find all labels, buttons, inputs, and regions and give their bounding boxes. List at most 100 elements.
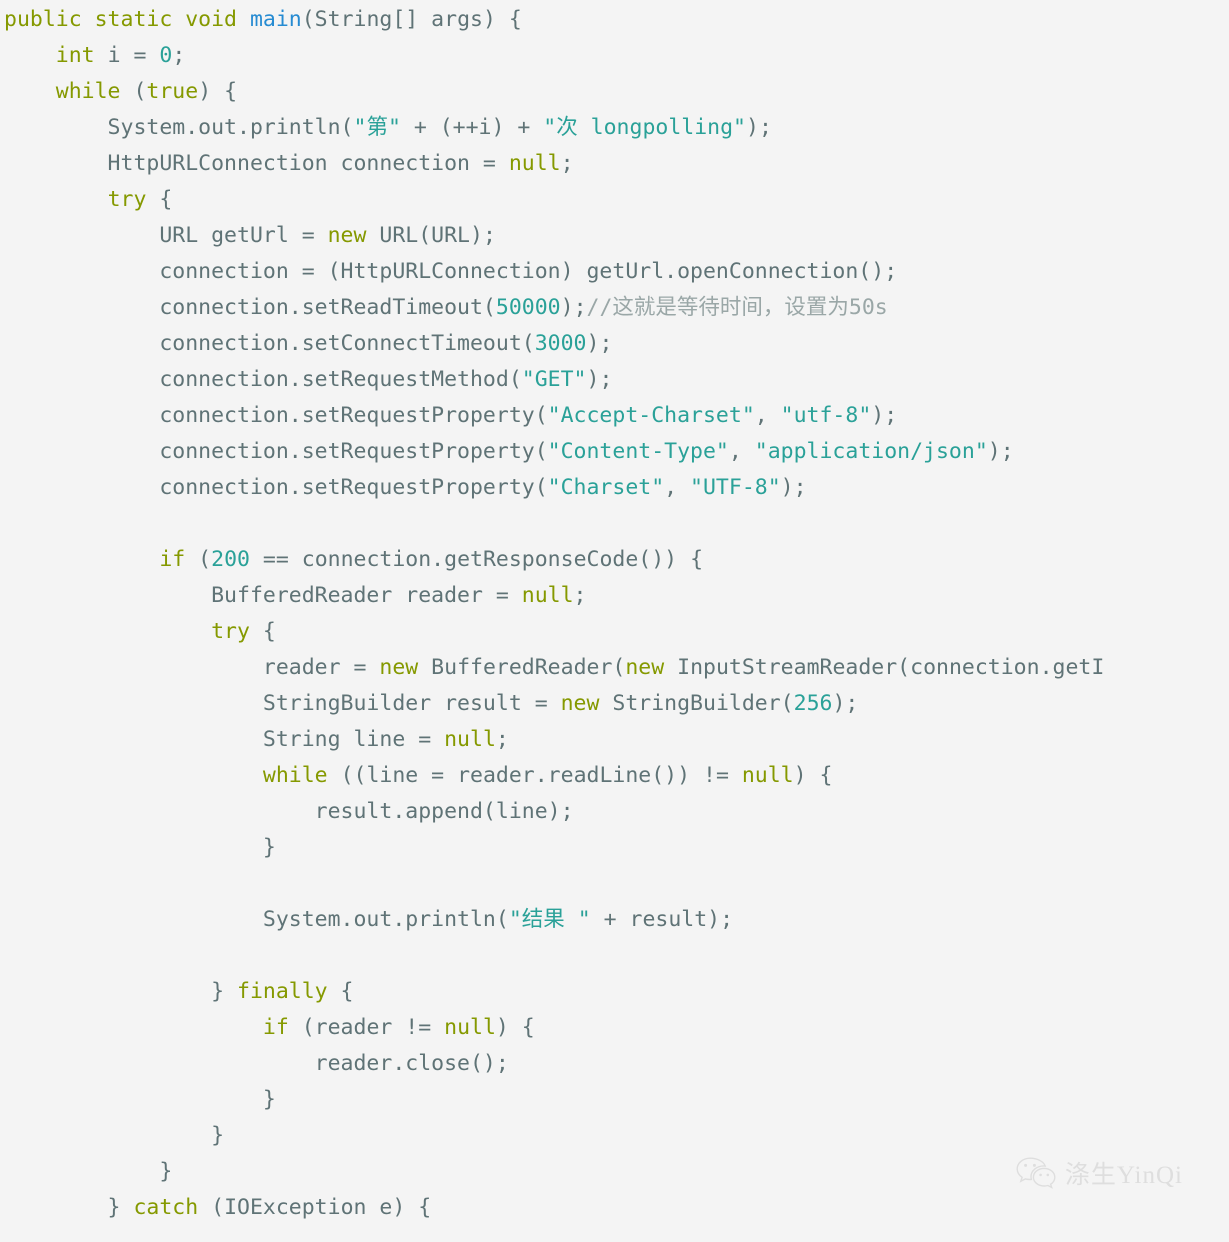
code-line: } finally { (0, 974, 1229, 1010)
code-block[interactable]: public static void main(String[] args) {… (0, 0, 1229, 1226)
code-token-txt: URL getUrl = (4, 223, 328, 248)
code-token-txt: reader.close(); (4, 1051, 509, 1076)
code-line: if (200 == connection.getResponseCode())… (0, 542, 1229, 578)
code-token-txt: ) { (198, 79, 238, 104)
code-token-txt: ; (560, 151, 574, 176)
code-token-txt: } (4, 1123, 225, 1148)
code-token-txt: System.out.println( (4, 115, 354, 140)
code-line: while ((line = reader.readLine()) != nul… (0, 758, 1229, 794)
code-token-kw: new (327, 223, 367, 248)
code-line: } (0, 830, 1229, 866)
code-line: BufferedReader reader = null; (0, 578, 1229, 614)
code-token-txt: } (4, 1195, 134, 1220)
code-line: URL getUrl = new URL(URL); (0, 218, 1229, 254)
code-line: reader = new BufferedReader(new InputStr… (0, 650, 1229, 686)
code-token-txt: connection = (HttpURLConnection) getUrl.… (4, 259, 898, 284)
code-token-txt: } (4, 835, 276, 860)
code-line: if (reader != null) { (0, 1010, 1229, 1046)
code-token-str: "UTF-8" (690, 475, 781, 500)
code-line: connection = (HttpURLConnection) getUrl.… (0, 254, 1229, 290)
code-token-kw: while (55, 79, 121, 104)
code-token-kw: try (211, 619, 250, 644)
code-token-txt: ); (586, 331, 613, 356)
code-token-txt: System.out.println( (4, 907, 509, 932)
code-token-txt: connection.setConnectTimeout( (4, 331, 535, 356)
code-token-txt: ); (746, 115, 772, 140)
code-token-txt: StringBuilder result = (4, 691, 561, 716)
code-token-txt: } (4, 1087, 276, 1112)
code-line: String line = null; (0, 722, 1229, 758)
code-token-txt: connection.setRequestMethod( (4, 367, 522, 392)
code-token-kw: try (107, 187, 147, 212)
code-line: int i = 0; (0, 38, 1229, 74)
code-token-str: "结果 " (508, 907, 591, 932)
code-token-num: 200 (211, 547, 250, 572)
code-token-txt: HttpURLConnection connection = (4, 151, 509, 176)
code-token-kw: new (560, 691, 600, 716)
code-line: } (0, 1118, 1229, 1154)
code-token-kw: null (444, 1015, 496, 1040)
code-token-str: "Accept-Charset" (547, 403, 755, 428)
code-line: connection.setConnectTimeout(3000); (0, 326, 1229, 362)
code-token-kw: null (521, 583, 574, 608)
code-token-txt: ) { (495, 1015, 535, 1040)
code-token-txt: result.append(line); (4, 799, 574, 824)
code-token-txt: , (754, 403, 781, 428)
code-token-kw: if (159, 547, 186, 572)
code-line: reader.close(); (0, 1046, 1229, 1082)
code-token-txt: (reader != (288, 1015, 445, 1040)
code-line: System.out.println("结果 " + result); (0, 902, 1229, 938)
code-token-kw: null (741, 763, 794, 788)
code-line: while (true) { (0, 74, 1229, 110)
code-token-txt: ); (987, 439, 1014, 464)
code-token-num: 50000 (495, 295, 561, 320)
code-line: StringBuilder result = new StringBuilder… (0, 686, 1229, 722)
code-token-cmt: //这就是等待时间，设置为50s (586, 295, 888, 320)
code-line: result.append(line); (0, 794, 1229, 830)
code-token-txt: ; (573, 583, 587, 608)
code-token-txt: ); (832, 691, 859, 716)
code-line: try { (0, 614, 1229, 650)
code-token-kw: null (444, 727, 496, 752)
code-token-txt: BufferedReader reader = (4, 583, 522, 608)
code-line: connection.setRequestProperty("Charset",… (0, 470, 1229, 506)
code-token-txt: InputStreamReader(connection.getI (664, 655, 1105, 680)
code-token-txt: connection.setRequestProperty( (4, 475, 548, 500)
code-token-str: "application/json" (754, 439, 988, 464)
code-token-txt: ((line = reader.readLine()) != (327, 763, 742, 788)
code-token-txt: ( (120, 79, 147, 104)
code-line: connection.setRequestMethod("GET"); (0, 362, 1229, 398)
code-line: } (0, 1082, 1229, 1118)
code-token-txt: { (327, 979, 354, 1004)
code-token-kw: public static void (4, 7, 250, 32)
code-token-txt: ; (172, 43, 186, 68)
code-token-kw: new (625, 655, 665, 680)
wechat-icon (1016, 1156, 1056, 1194)
code-token-txt: String line = (4, 727, 445, 752)
code-token-txt: + result); (590, 907, 734, 932)
code-token-str: "Content-Type" (547, 439, 729, 464)
code-token-txt: i = (94, 43, 160, 68)
code-token-txt: ); (586, 367, 613, 392)
code-token-kw: true (146, 79, 199, 104)
code-token-txt: BufferedReader( (418, 655, 626, 680)
code-token-txt: ( (185, 547, 212, 572)
code-token-txt: ; (495, 727, 509, 752)
code-token-txt: StringBuilder( (599, 691, 794, 716)
code-token-num: 0 (159, 43, 173, 68)
code-token-num: 3000 (534, 331, 587, 356)
watermark: 涤生YinQi (1016, 1156, 1183, 1194)
code-token-txt: == connection.getResponseCode()) { (249, 547, 704, 572)
code-token-txt: { (249, 619, 276, 644)
code-token-txt: reader = (4, 655, 380, 680)
code-token-kw: finally (237, 979, 328, 1004)
code-token-txt: connection.setRequestProperty( (4, 439, 548, 464)
code-token-txt: + (++i) + (400, 115, 544, 140)
